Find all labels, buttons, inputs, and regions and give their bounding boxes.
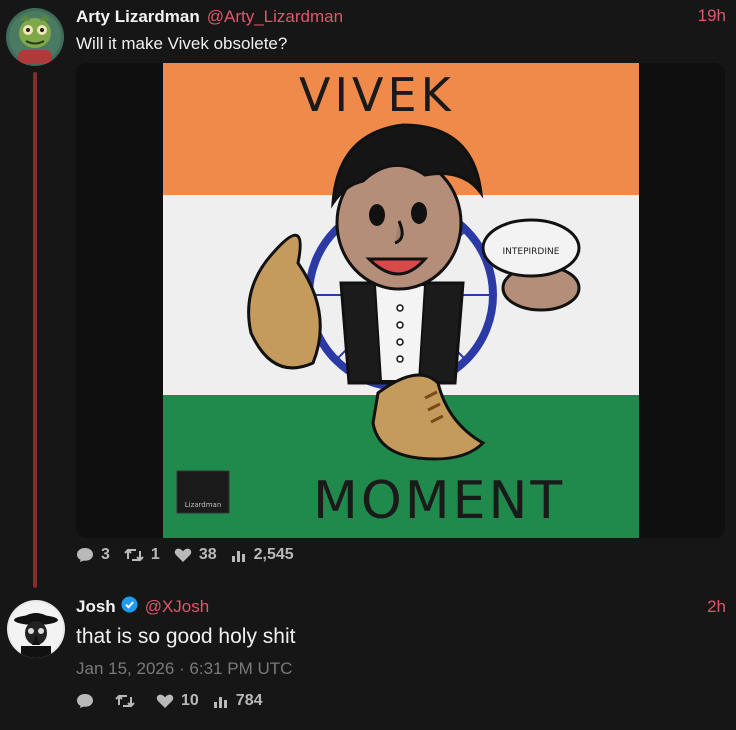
artwork-title-bottom: MOMENT <box>313 471 565 531</box>
reply-author-avatar[interactable] <box>7 600 65 658</box>
tweet-time[interactable]: 19h <box>698 6 726 26</box>
author-handle[interactable]: @Arty_Lizardman <box>207 7 343 27</box>
reply-views-count: 784 <box>235 692 263 709</box>
comment-icon <box>76 547 101 563</box>
reply-author-handle[interactable]: @XJosh <box>145 597 210 617</box>
like-button[interactable]: 38 <box>174 546 217 564</box>
views-button[interactable]: 2,545 <box>231 546 294 564</box>
repost-icon <box>124 547 151 563</box>
author-avatar[interactable] <box>6 8 64 66</box>
reply-header: Josh @XJosh <box>76 596 209 618</box>
heart-icon <box>174 547 199 563</box>
reply-time[interactable]: 2h <box>707 597 726 617</box>
repost-icon <box>115 693 142 709</box>
pill-label: INTEPIRDINE <box>503 247 560 257</box>
tweet-media[interactable]: INTEPIRDINE VIVEK MOMENT Lizardman <box>76 63 725 538</box>
views-icon <box>231 547 254 563</box>
views-icon <box>213 693 236 709</box>
reply-text: that is so good holy shit <box>76 625 296 648</box>
tweet-actions: 3 1 38 2,545 <box>76 546 308 564</box>
reply-reply-button[interactable] <box>76 693 101 709</box>
verified-badge-icon <box>121 596 138 618</box>
comment-icon <box>76 693 101 709</box>
reply-like-count: 10 <box>181 692 199 709</box>
reply-author-name[interactable]: Josh <box>76 597 116 617</box>
reply-count: 3 <box>101 546 110 563</box>
tweet-text: Will it make Vivek obsolete? <box>76 34 288 53</box>
reply-button[interactable]: 3 <box>76 546 110 564</box>
artwork-title-top: VIVEK <box>299 68 455 122</box>
reply-views-button[interactable]: 784 <box>213 692 263 710</box>
reply-like-button[interactable]: 10 <box>156 692 199 710</box>
reply-timestamp[interactable]: Jan 15, 2026 · 6:31 PM UTC <box>76 659 292 679</box>
reply-actions: 10 784 <box>76 692 277 710</box>
repost-count: 1 <box>150 546 160 563</box>
views-count: 2,545 <box>253 546 294 563</box>
tweet-header: Arty Lizardman @Arty_Lizardman <box>76 6 343 28</box>
thread-line <box>33 72 37 588</box>
repost-button[interactable]: 1 <box>124 546 160 564</box>
reply-repost-button[interactable] <box>115 693 142 709</box>
vivek-moment-artwork: INTEPIRDINE VIVEK MOMENT Lizardman <box>163 63 639 538</box>
like-count: 38 <box>198 546 217 563</box>
artist-signature: Lizardman <box>185 501 222 509</box>
heart-icon <box>156 693 181 709</box>
author-name[interactable]: Arty Lizardman <box>76 7 200 27</box>
